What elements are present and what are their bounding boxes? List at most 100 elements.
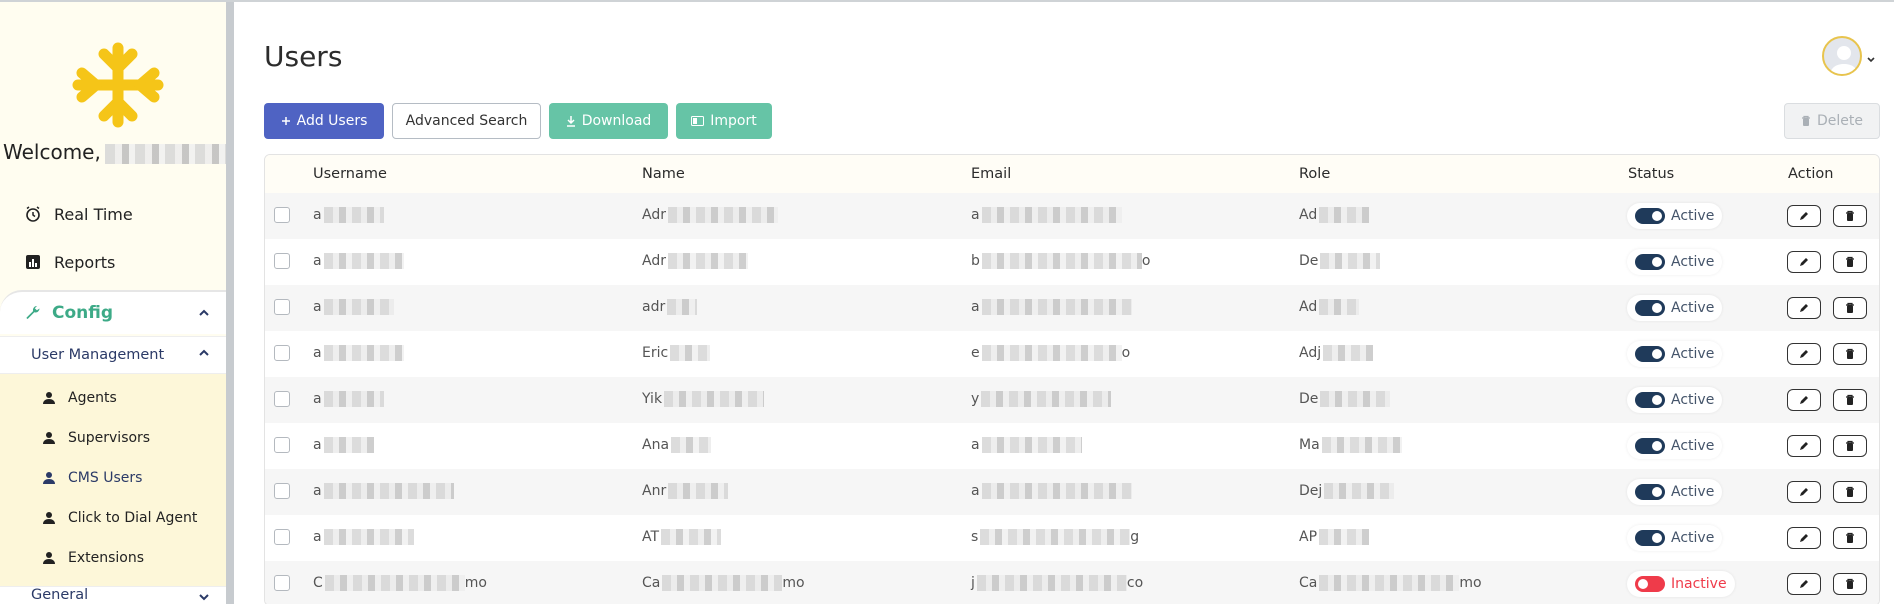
row-delete-button[interactable] xyxy=(1833,435,1867,457)
status-badge[interactable]: Active xyxy=(1627,387,1723,413)
status-badge[interactable]: Inactive xyxy=(1627,571,1735,597)
table-row[interactable]: a Adr a Ad Active xyxy=(265,193,1879,239)
column-email[interactable]: Email xyxy=(971,166,1011,182)
status-toggle[interactable] xyxy=(1635,208,1665,224)
nav-reports[interactable]: Reports xyxy=(0,242,226,282)
status-badge[interactable]: Active xyxy=(1627,295,1723,321)
chevron-down-icon[interactable] xyxy=(1866,50,1876,69)
status-toggle[interactable] xyxy=(1635,530,1665,546)
download-button[interactable]: Download xyxy=(549,103,668,139)
column-role[interactable]: Role xyxy=(1299,166,1330,182)
table-row[interactable]: a AT sg AP Active xyxy=(265,515,1879,561)
row-checkbox[interactable] xyxy=(274,345,290,361)
chevron-up-icon[interactable] xyxy=(198,304,210,324)
row-checkbox[interactable] xyxy=(274,437,290,453)
row-checkbox[interactable] xyxy=(274,575,290,591)
row-checkbox[interactable] xyxy=(274,253,290,269)
status-toggle[interactable] xyxy=(1635,300,1665,316)
nav-supervisors[interactable]: Supervisors xyxy=(42,426,150,450)
row-checkbox[interactable] xyxy=(274,483,290,499)
status-toggle[interactable] xyxy=(1635,576,1665,592)
row-delete-button[interactable] xyxy=(1833,297,1867,319)
edit-button[interactable] xyxy=(1787,435,1821,457)
column-status[interactable]: Status xyxy=(1628,166,1674,182)
edit-button[interactable] xyxy=(1787,389,1821,411)
nav-user-management[interactable]: User Management xyxy=(0,336,226,374)
cell-username: a xyxy=(313,345,404,361)
row-checkbox[interactable] xyxy=(274,207,290,223)
edit-button[interactable] xyxy=(1787,297,1821,319)
edit-button[interactable] xyxy=(1787,343,1821,365)
nav-general[interactable]: General xyxy=(0,586,226,604)
cell-username-text: a xyxy=(313,437,322,453)
table-row[interactable]: Cmo Ca mo j co Ca mo Inactive xyxy=(265,561,1879,604)
cell-email: sg xyxy=(971,529,1139,545)
row-checkbox[interactable] xyxy=(274,391,290,407)
row-delete-button[interactable] xyxy=(1833,527,1867,549)
chevron-down-icon[interactable] xyxy=(198,591,210,604)
redacted-text xyxy=(323,483,454,499)
edit-button[interactable] xyxy=(1787,251,1821,273)
status-badge[interactable]: Active xyxy=(1627,525,1723,551)
cell-username-text: a xyxy=(313,529,322,545)
status-toggle[interactable] xyxy=(1635,484,1665,500)
row-delete-button[interactable] xyxy=(1833,205,1867,227)
company-logo xyxy=(72,42,164,128)
column-name[interactable]: Name xyxy=(642,166,685,182)
cell-username: a xyxy=(313,391,384,407)
cell-name-text: Yik xyxy=(642,391,663,407)
delete-button[interactable]: Delete xyxy=(1784,103,1880,139)
add-users-button[interactable]: Add Users xyxy=(264,103,384,139)
row-delete-button[interactable] xyxy=(1833,251,1867,273)
cell-role: Ad xyxy=(1299,299,1360,315)
table-row[interactable]: a adr a Ad Active xyxy=(265,285,1879,331)
status-toggle[interactable] xyxy=(1635,346,1665,362)
status-badge[interactable]: Active xyxy=(1627,479,1723,505)
nav-config[interactable]: Config xyxy=(0,290,226,334)
pencil-icon xyxy=(1800,580,1808,588)
table-row[interactable]: a Adr bo De Active xyxy=(265,239,1879,285)
trash-icon xyxy=(1846,440,1854,451)
cell-name-text: Ca xyxy=(642,575,661,591)
cell-username: a xyxy=(313,299,394,315)
chevron-up-icon[interactable] xyxy=(198,347,210,363)
cell-role: AP xyxy=(1299,529,1370,545)
table-row[interactable]: a Anr a Dej Active xyxy=(265,469,1879,515)
user-avatar[interactable] xyxy=(1822,36,1862,76)
status-toggle[interactable] xyxy=(1635,438,1665,454)
table-row[interactable]: a Yik y De Active xyxy=(265,377,1879,423)
nav-cms-users[interactable]: CMS Users xyxy=(42,466,142,490)
nav-real-time[interactable]: Real Time xyxy=(0,194,226,234)
status-toggle[interactable] xyxy=(1635,254,1665,270)
edit-button[interactable] xyxy=(1787,205,1821,227)
row-delete-button[interactable] xyxy=(1833,389,1867,411)
table-row[interactable]: a Ana a Ma Active xyxy=(265,423,1879,469)
column-username[interactable]: Username xyxy=(313,166,387,182)
row-delete-button[interactable] xyxy=(1833,343,1867,365)
nav-click-to-dial-agent[interactable]: Click to Dial Agent xyxy=(42,506,197,530)
status-badge[interactable]: Active xyxy=(1627,341,1723,367)
row-checkbox[interactable] xyxy=(274,299,290,315)
status-badge[interactable]: Active xyxy=(1627,203,1723,229)
row-delete-button[interactable] xyxy=(1833,573,1867,595)
advanced-search-button[interactable]: Advanced Search xyxy=(392,103,541,139)
edit-button[interactable] xyxy=(1787,481,1821,503)
row-checkbox[interactable] xyxy=(274,529,290,545)
import-button[interactable]: Import xyxy=(676,103,772,139)
status-toggle[interactable] xyxy=(1635,392,1665,408)
nav-agents[interactable]: Agents xyxy=(42,386,117,410)
status-badge[interactable]: Active xyxy=(1627,249,1723,275)
table-row[interactable]: a Eric eo Adj Active xyxy=(265,331,1879,377)
cell-username-text: a xyxy=(313,483,322,499)
nav-extensions[interactable]: Extensions xyxy=(42,546,144,570)
edit-button[interactable] xyxy=(1787,527,1821,549)
row-delete-button[interactable] xyxy=(1833,481,1867,503)
pencil-icon xyxy=(1800,212,1808,220)
cell-role-text: Ma xyxy=(1299,437,1320,453)
redacted-text xyxy=(981,437,1082,453)
cell-name-text: AT xyxy=(642,529,660,545)
cell-role-text: De xyxy=(1299,391,1319,407)
edit-button[interactable] xyxy=(1787,573,1821,595)
status-badge[interactable]: Active xyxy=(1627,433,1723,459)
pencil-icon xyxy=(1800,304,1808,312)
